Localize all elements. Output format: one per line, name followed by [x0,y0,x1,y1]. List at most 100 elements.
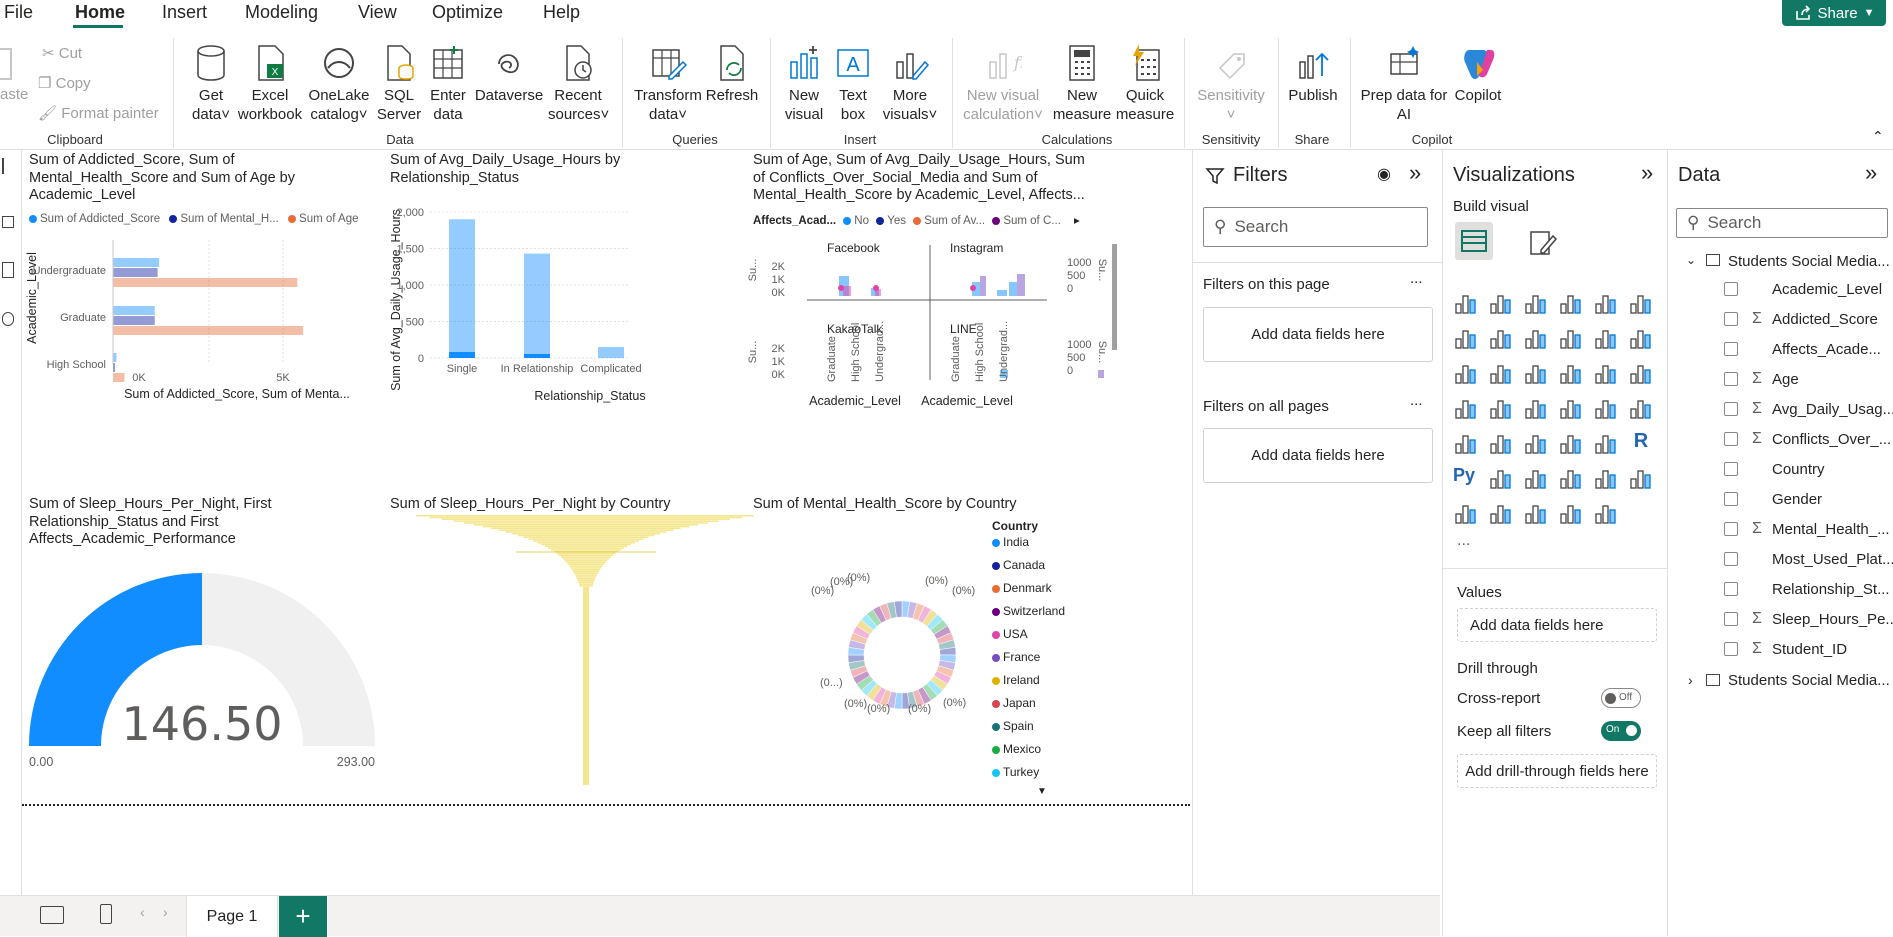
menu-file[interactable]: File [4,2,33,23]
field-item[interactable]: Student_ID [1772,641,1847,658]
100-column-visual-icon[interactable] [1628,290,1654,316]
bar[interactable] [113,258,160,267]
field-checkbox[interactable] [1724,402,1738,416]
field-checkbox[interactable] [1724,312,1738,326]
funnel-bar[interactable] [473,524,699,526]
slicer-visual-icon[interactable] [1523,430,1549,456]
funnel-bar[interactable] [563,558,609,560]
table-view-icon[interactable] [2,216,14,228]
legend-item[interactable]: Switzerland [992,604,1065,618]
clustered-column-visual-icon[interactable] [1558,290,1584,316]
visual-1-title[interactable]: Sum of Addicted_Score, Sum of Mental_Hea… [29,152,369,205]
funnel-bar[interactable] [453,520,719,522]
field-checkbox[interactable] [1724,642,1738,656]
text-box-button[interactable]: A Text box [832,44,874,124]
python-visual-visual-icon[interactable]: Py [1453,465,1479,491]
funnel-bar[interactable] [564,560,608,562]
new-visual-button[interactable]: New visual [780,44,828,124]
funnel-bar[interactable] [566,561,606,564]
drill-through-dropzone[interactable]: Add drill-through fields here [1457,754,1657,788]
bar[interactable] [113,363,116,372]
prev-page-arrow[interactable]: ‹ [140,904,145,920]
field-checkbox[interactable] [1724,432,1738,446]
keep-all-filters-toggle[interactable]: On [1601,721,1641,741]
bar[interactable] [843,286,851,296]
field-item[interactable]: Affects_Acade... [1772,341,1881,358]
more-visuals-ellipsis[interactable]: ... [1457,532,1470,550]
sparkle-visual-icon[interactable] [1558,500,1584,526]
line-column-visual-icon[interactable] [1593,325,1619,351]
bar[interactable] [598,347,624,358]
funnel-bar[interactable] [537,542,635,544]
refresh-button[interactable]: Refresh [704,44,760,105]
funnel-bar[interactable] [551,549,621,551]
menu-help[interactable]: Help [543,2,580,23]
r-visual-visual-icon[interactable]: R [1628,430,1654,456]
cross-report-toggle[interactable]: Off [1601,688,1641,708]
azure-map-visual-icon[interactable] [1558,395,1584,421]
bar[interactable] [1009,282,1017,296]
field-item[interactable]: Conflicts_Over_... [1772,431,1891,448]
funnel-bar[interactable] [572,569,600,571]
funnel-bar[interactable] [429,516,743,519]
desktop-layout-icon[interactable] [40,906,64,924]
funnel-bar[interactable] [442,518,730,521]
recent-sources-button[interactable]: Recent sources˅ [548,44,609,124]
funnel-bar[interactable] [523,536,649,539]
field-item[interactable]: Most_Used_Plat... [1772,551,1893,568]
paste-button[interactable]: aste [0,86,28,103]
legend-item[interactable]: Denmark [992,581,1052,595]
funnel-bar[interactable] [464,522,708,524]
bar[interactable] [1017,274,1025,296]
menu-optimize[interactable]: Optimize [432,2,503,23]
map-visual-icon[interactable] [1488,395,1514,421]
excel-workbook-button[interactable]: X Excel workbook [234,44,306,124]
report-view-icon[interactable] [2,158,14,174]
visual-3-chart[interactable]: Facebook InstagramKakaoTalk LINE2K1K0KSu..… [747,230,1127,410]
table-name[interactable]: Students Social Media... [1728,253,1890,270]
legend-item[interactable]: USA [992,627,1028,641]
format-visual-tab[interactable] [1527,226,1559,263]
funnel-bar[interactable] [482,525,690,528]
funnel-bar[interactable] [578,583,594,585]
field-checkbox[interactable] [1724,492,1738,506]
legend-item[interactable]: Canada [992,558,1045,572]
collapse-filters-icon[interactable]: » [1409,160,1421,186]
line-stacked-column-visual-icon[interactable] [1628,325,1654,351]
field-checkbox[interactable] [1724,522,1738,536]
menu-modeling[interactable]: Modeling [245,2,318,23]
funnel-bar[interactable] [577,579,595,582]
funnel-bar[interactable] [548,547,624,549]
prep-data-for-ai-button[interactable]: Prep data for AI [1356,44,1452,124]
visual-6-title[interactable]: Sum of Mental_Health_Score by Country [753,496,1073,514]
clustered-bar-visual-icon[interactable] [1523,290,1549,316]
data-search-input[interactable]: ⚲ Search [1676,208,1888,238]
collapse-visualizations-icon[interactable]: » [1641,160,1653,186]
legend-item[interactable]: Japan [992,696,1036,710]
menu-insert[interactable]: Insert [162,2,207,23]
stacked-area-visual-icon[interactable] [1523,325,1549,351]
funnel-bar[interactable] [579,585,593,587]
field-item[interactable]: Mental_Health_... [1772,521,1890,538]
bar[interactable] [524,253,550,358]
values-dropzone[interactable]: Add data fields here [1457,608,1657,642]
key-influencers-visual-icon[interactable] [1488,465,1514,491]
field-checkbox[interactable] [1724,612,1738,626]
funnel-bar[interactable] [570,567,602,569]
funnel-bar[interactable] [556,552,616,555]
legend-next-arrow[interactable]: ▸ [1074,215,1080,227]
visual-4-gauge[interactable]: 146.50 0.00 293.00 [22,560,382,780]
bar[interactable] [113,278,298,287]
cut-button[interactable]: ✂ Cut [42,44,82,62]
visual-3-title[interactable]: Sum of Age, Sum of Avg_Daily_Usage_Hours… [753,152,1113,205]
stacked-bar-visual-icon[interactable] [1453,290,1479,316]
scatter-visual-icon[interactable] [1558,360,1584,386]
100-bar-visual-icon[interactable] [1593,290,1619,316]
eye-icon[interactable]: ◉ [1377,164,1391,184]
funnel-bar[interactable] [512,533,660,535]
funnel-bar[interactable] [576,576,596,578]
quick-measure-button[interactable]: Quick measure [1114,44,1176,124]
add-page-button[interactable]: + [279,896,327,937]
funnel-visual-icon[interactable] [1523,360,1549,386]
paginated-visual-icon[interactable] [1453,500,1479,526]
